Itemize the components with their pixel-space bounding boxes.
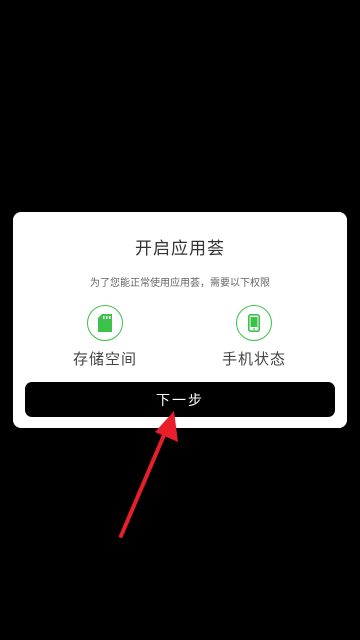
next-step-button[interactable]: 下一步 [25,382,335,417]
permission-storage: 存储空间 [57,305,153,369]
dialog-subtitle: 为了您能正常使用应用荟，需要以下权限 [90,278,270,289]
permission-phone-label: 手机状态 [221,350,286,368]
sd-card-icon [87,305,123,341]
permission-phone-state: 手机状态 [206,305,302,369]
permission-storage-label: 存储空间 [72,350,137,368]
dialog-title: 开启应用荟 [135,239,225,259]
permission-dialog: 开启应用荟 为了您能正常使用应用荟，需要以下权限 存储空间 手机状态 下一步 [13,212,347,428]
screen: 开启应用荟 为了您能正常使用应用荟，需要以下权限 存储空间 手机状态 下一步 [0,0,360,640]
phone-icon [236,305,272,341]
